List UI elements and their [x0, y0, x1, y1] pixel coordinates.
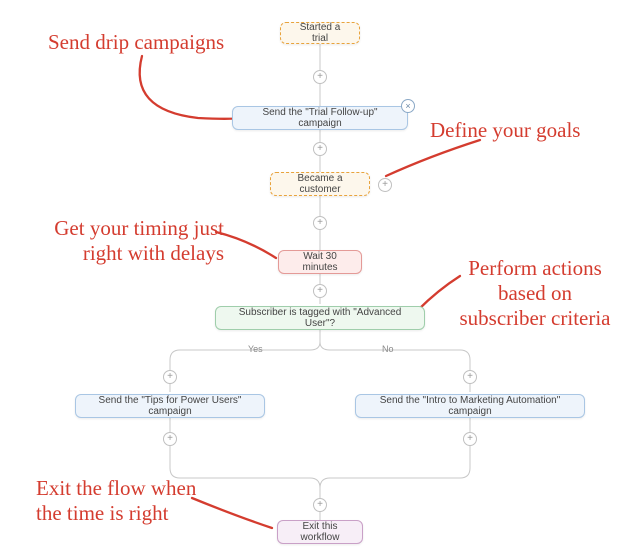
- add-step-icon[interactable]: +: [463, 432, 477, 446]
- anno-arrow-3: [216, 232, 276, 258]
- delay-30-min[interactable]: Wait 30 minutes: [278, 250, 362, 274]
- node-label: Exit this workflow: [288, 521, 352, 543]
- branch-label-yes: Yes: [248, 344, 263, 354]
- anno-arrow-1: [140, 56, 245, 119]
- node-label: Became a customer: [281, 173, 359, 195]
- add-step-icon[interactable]: +: [313, 142, 327, 156]
- node-label: Send the "Trial Follow-up" campaign: [243, 107, 397, 129]
- node-label: Send the "Tips for Power Users" campaign: [86, 395, 254, 417]
- add-step-icon[interactable]: +: [463, 370, 477, 384]
- node-label: Wait 30 minutes: [289, 251, 351, 273]
- node-label: Send the "Intro to Marketing Automation"…: [366, 395, 574, 417]
- add-step-icon[interactable]: +: [163, 370, 177, 384]
- condition-advanced-user[interactable]: Subscriber is tagged with "Advanced User…: [215, 306, 425, 330]
- annotation-timing: Get your timing just right with delays: [44, 216, 224, 266]
- close-icon[interactable]: ×: [401, 99, 415, 113]
- anno-arrow-2: [386, 140, 480, 176]
- trigger-started-trial[interactable]: Started a trial: [280, 22, 360, 44]
- action-trial-followup[interactable]: Send the "Trial Follow-up" campaign: [232, 106, 408, 130]
- action-power-users[interactable]: Send the "Tips for Power Users" campaign: [75, 394, 265, 418]
- add-step-icon[interactable]: +: [313, 284, 327, 298]
- add-step-icon[interactable]: +: [163, 432, 177, 446]
- annotation-exit: Exit the flow when the time is right: [36, 476, 236, 526]
- add-step-icon[interactable]: +: [313, 70, 327, 84]
- add-goal-icon[interactable]: +: [378, 178, 392, 192]
- add-step-icon[interactable]: +: [313, 216, 327, 230]
- action-intro-automation[interactable]: Send the "Intro to Marketing Automation"…: [355, 394, 585, 418]
- branch-label-no: No: [382, 344, 394, 354]
- add-step-icon[interactable]: +: [313, 498, 327, 512]
- annotation-criteria: Perform actions based on subscriber crit…: [450, 256, 620, 332]
- goal-became-customer[interactable]: Became a customer: [270, 172, 370, 196]
- annotation-drip: Send drip campaigns: [48, 30, 224, 55]
- node-label: Started a trial: [291, 22, 349, 44]
- exit-workflow[interactable]: Exit this workflow: [277, 520, 363, 544]
- annotation-goals: Define your goals: [430, 118, 580, 143]
- node-label: Subscriber is tagged with "Advanced User…: [226, 307, 414, 329]
